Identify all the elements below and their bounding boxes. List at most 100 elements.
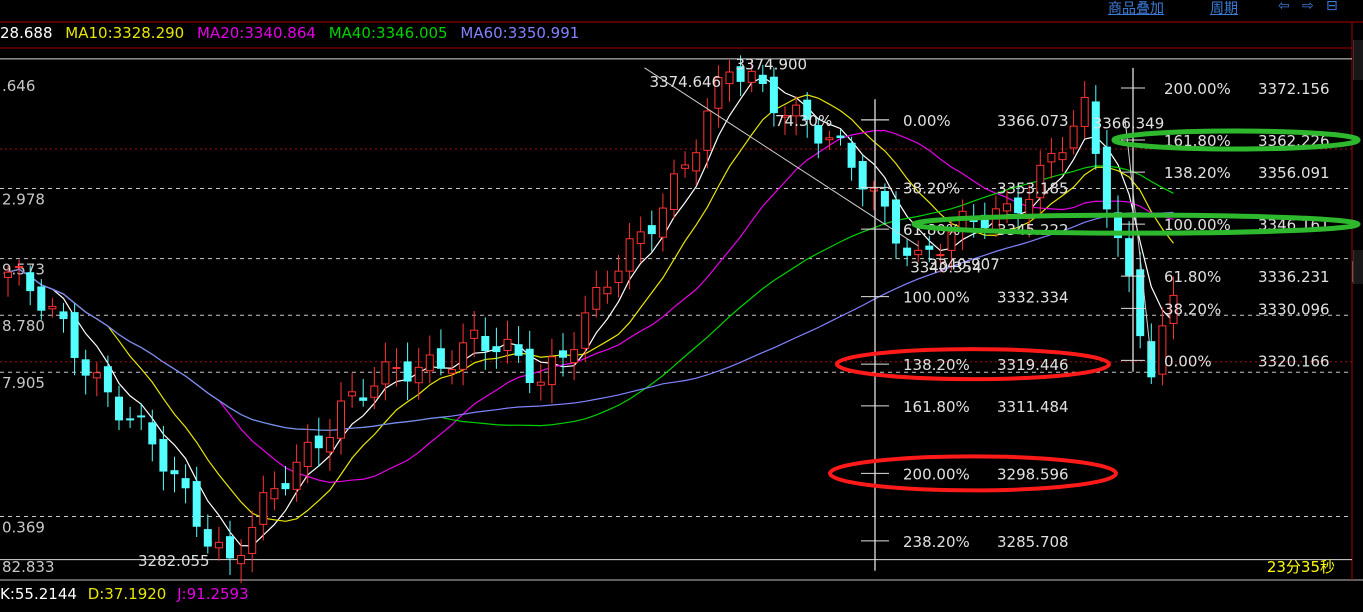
candle-body-up [325, 436, 334, 453]
fib-price-label: 3311.484 [997, 398, 1069, 416]
candle-body-up [381, 361, 390, 385]
candle-body-down [1014, 197, 1023, 214]
candle-body-down [59, 311, 68, 320]
candle-body-up [270, 488, 279, 500]
candle-body-down [137, 415, 146, 418]
candle-body-up [547, 356, 556, 386]
ma40-label: MA40:3346.005 [328, 24, 448, 42]
price-annotation: 3282.055 [138, 552, 210, 570]
y-axis-tick-label: 0.369 [2, 518, 45, 536]
candle-body-up [503, 338, 512, 351]
candle-body-up [681, 164, 690, 169]
candle-body-down [181, 478, 190, 489]
candle-body-up [536, 381, 545, 386]
scrollbar-thumb-mid[interactable] [1353, 250, 1363, 284]
candle-body-up [92, 372, 101, 379]
fib-price-label: 3319.446 [997, 356, 1069, 374]
candle-body-down [758, 74, 767, 84]
fib-level-label: 161.80% [903, 398, 970, 416]
candle-body-down [103, 366, 112, 393]
ma60-label: MA60:3350.991 [460, 24, 580, 42]
candle-body-down [359, 397, 368, 401]
fib-price-label: 3372.156 [1258, 80, 1330, 98]
y-axis-tick-label: 2.978 [2, 190, 45, 208]
candle-body-up [48, 305, 57, 310]
kdj-k-label: K:55.2144 [0, 585, 77, 603]
candle-body-up [214, 541, 223, 549]
candle-body-down [925, 245, 934, 250]
fib-price-label: 3330.096 [1258, 300, 1330, 318]
candle-body-down [559, 350, 567, 358]
candle-body-up [570, 349, 579, 364]
candle-body-down [314, 435, 323, 449]
fib-level-label: 200.00% [1164, 80, 1231, 98]
candle-body-down [880, 191, 889, 207]
chart-window: .646 2.978 9.573 8.780 7.905 0.369 82.833 3374.… [0, 0, 1363, 612]
candle-body-down [192, 481, 201, 527]
fib-level-label: 61.80% [1164, 268, 1221, 286]
nav-next-icon[interactable]: ⇨ [1302, 0, 1314, 14]
candle-body-down [37, 286, 46, 311]
candle-body-down [836, 135, 845, 139]
candle-body-up [725, 71, 734, 85]
y-axis-tick-label: 7.905 [2, 374, 45, 392]
candle-body-up [259, 492, 268, 525]
candle-body-down [26, 272, 35, 292]
ma5-label: 28.688 [0, 24, 53, 42]
fib-price-label: 3353.185 [997, 179, 1069, 197]
price-annotation: 3340.354 [910, 259, 982, 277]
nav-prev-icon[interactable]: ⇦ [1278, 0, 1290, 14]
fib-price-label: 3356.091 [1258, 164, 1330, 182]
candle-body-down [170, 470, 179, 475]
candle-body-up [1047, 152, 1056, 163]
candle-body-up [470, 329, 479, 339]
candle-body-up [4, 271, 12, 278]
nav-toggle-icon[interactable]: ⊟ [1326, 0, 1338, 14]
fib-level-label: 0.00% [903, 112, 951, 130]
candle-body-up [1003, 203, 1011, 212]
price-annotation: 3374.646 [650, 73, 722, 91]
candle-body-down [647, 225, 656, 235]
candle-body-up [448, 369, 456, 374]
candle-body-up [292, 461, 301, 490]
candle-body-down [847, 142, 856, 168]
candle-body-down [525, 348, 534, 384]
candle-body-up [603, 286, 612, 295]
candle-body-up [248, 526, 257, 554]
candle-body-up [703, 110, 712, 151]
candle-body-up [1058, 152, 1067, 161]
period-button[interactable]: 周期 [1210, 0, 1238, 18]
candle-body-down [226, 536, 234, 559]
candle-body-up [414, 366, 423, 384]
fib-level-label: 100.00% [903, 289, 970, 307]
candle-body-down [481, 335, 490, 352]
candle-body-down [436, 348, 445, 369]
kdj-j-label: J:91.2593 [177, 585, 249, 603]
candle-body-down [403, 361, 412, 382]
y-axis-tick-label: 8.780 [2, 317, 45, 335]
fib-level-label: 38.20% [1164, 300, 1221, 318]
y-axis-tick-label: .646 [2, 77, 35, 95]
ma10-label: MA10:3328.290 [65, 24, 185, 42]
candle-body-down [81, 359, 90, 376]
candle-body-down [281, 483, 290, 490]
candlestick-chart[interactable]: .6462.9789.5738.7807.9050.36982.8333374.… [0, 0, 1363, 612]
candle-body-up [636, 231, 645, 244]
fib-price-label: 3320.166 [1258, 352, 1330, 370]
fib-level-label: 138.20% [903, 356, 970, 374]
candle-body-up [337, 400, 345, 439]
candle-body-down [858, 160, 867, 190]
candle-body-up [592, 286, 601, 310]
candle-body-up [370, 385, 379, 398]
candle-body-up [425, 354, 434, 372]
candle-body-down [70, 312, 79, 358]
kdj-legend: K:55.2144 D:37.1920 J:91.2593 [0, 585, 255, 607]
candle-body-up [1080, 96, 1089, 127]
candle-body-up [15, 265, 24, 268]
overlay-button[interactable]: 商品叠加 [1108, 0, 1164, 18]
scrollbar-thumb-top[interactable] [1353, 40, 1363, 80]
candle-body-up [237, 555, 246, 565]
y-axis-tick-label: 82.833 [2, 558, 55, 576]
ma20-label: MA20:3340.864 [196, 24, 316, 42]
candle-body-down [203, 529, 212, 547]
